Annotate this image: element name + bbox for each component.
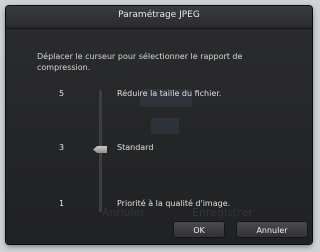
jpeg-settings-dialog: Paramétrage JPEG Annuler Enregistrer Dép… — [6, 6, 312, 244]
tick-number-5: 5 — [59, 89, 65, 98]
instruction-text: Déplacer le curseur pour sélectionner le… — [37, 52, 243, 72]
cancel-button[interactable]: Annuler — [236, 221, 308, 238]
ok-button[interactable]: OK — [173, 221, 225, 238]
dialog-titlebar: Paramétrage JPEG — [6, 6, 312, 29]
tick-number-1: 1 — [59, 199, 65, 208]
compression-slider-thumb[interactable] — [93, 146, 107, 153]
tick-label-1: Priorité à la qualité d'image. — [117, 199, 231, 208]
dialog-title: Paramétrage JPEG — [118, 10, 200, 20]
tick-label-5: Réduire la taille du fichier. — [117, 89, 222, 98]
ghost-block — [151, 118, 179, 134]
tick-label-3: Standard — [117, 143, 154, 152]
tick-number-3: 3 — [59, 143, 65, 152]
